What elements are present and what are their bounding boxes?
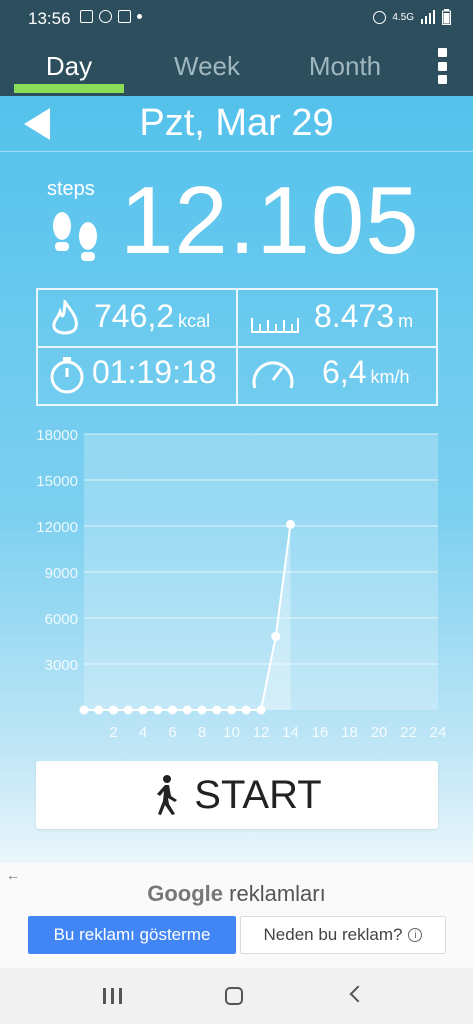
data-point: [271, 631, 281, 641]
timer-icon: [99, 10, 112, 23]
message-icon: [80, 10, 93, 23]
x-tick-label: 22: [400, 724, 417, 741]
y-tick-label: 15000: [36, 473, 78, 490]
data-point: [94, 705, 104, 715]
calories-unit: kcal: [178, 311, 211, 331]
data-point: [168, 705, 177, 715]
y-tick-label: 18000: [36, 427, 78, 444]
steps-chart: 3000 6000 9000 12000 15000 18000 2 4 6 8 10 12 14 16 1…: [0, 426, 473, 746]
steps-chart-svg: 3000600090001200015000180002 4 6 8 10 12 14 16 1…: [36, 427, 447, 741]
x-tick-label: 24: [430, 724, 447, 741]
back-icon[interactable]: [349, 985, 367, 1003]
home-icon[interactable]: [225, 987, 243, 1005]
hide-ad-button[interactable]: Bu reklamı gösterme: [28, 916, 236, 954]
tab-bar: Day Week Month: [0, 36, 473, 96]
main-panel: Pzt, Mar 29 steps 12.105 746,2 kcal 8.47…: [0, 96, 473, 863]
system-icons: 4.5G: [373, 9, 451, 25]
data-point: [182, 705, 192, 715]
more-notifications-icon: [137, 14, 142, 19]
steps-label: steps: [47, 178, 95, 200]
ad-brand: Google: [147, 881, 224, 906]
notification-icons: [80, 10, 142, 23]
data-point: [227, 705, 236, 715]
calories-value: 746,2: [94, 298, 175, 334]
ruler-icon: [251, 318, 299, 333]
flame-icon: [52, 300, 78, 335]
x-tick-label: 18: [341, 724, 358, 741]
start-button[interactable]: START: [36, 761, 438, 829]
data-point: [286, 519, 295, 529]
x-tick-label: 12: [253, 724, 270, 741]
data-point: [256, 705, 266, 715]
duration-stat: 01:19:18: [92, 354, 217, 391]
y-tick-label: 9000: [45, 565, 78, 582]
data-point: [123, 705, 133, 715]
data-point: [138, 705, 148, 715]
x-tick-label: 10: [223, 724, 240, 741]
why-this-ad-button[interactable]: Neden bu reklam? i: [240, 916, 446, 954]
date-header: Pzt, Mar 29: [0, 96, 473, 152]
signal-icon: [421, 10, 435, 24]
battery-icon: [442, 9, 451, 25]
ad-title-text: reklamları: [229, 881, 326, 906]
ad-banner: ← Google reklamları Bu reklamı gösterme …: [0, 863, 473, 968]
calories-stat: 746,2 kcal: [94, 298, 210, 335]
speed-value: 6,4: [322, 354, 367, 390]
speedometer-icon: [252, 361, 294, 389]
walking-person-icon: [157, 775, 178, 815]
speed-stat: 6,4 km/h: [322, 354, 410, 391]
footprints-icon: [53, 212, 97, 261]
stats-grid: 746,2 kcal 8.473 m 01:19:18 6,4 km/h: [36, 288, 438, 406]
data-point: [197, 705, 207, 715]
data-point: [79, 705, 89, 715]
image-icon: [118, 10, 131, 23]
ad-title: Google reklamları: [0, 881, 473, 907]
y-tick-label: 6000: [45, 611, 78, 628]
data-point: [241, 705, 251, 715]
date-title: Pzt, Mar 29: [139, 102, 334, 144]
tab-month[interactable]: Month: [290, 36, 400, 96]
distance-unit: m: [398, 311, 414, 331]
x-tick-label: 4: [139, 724, 147, 741]
recents-icon[interactable]: [103, 988, 122, 1004]
x-tick-label: 2: [109, 724, 117, 741]
distance-stat: 8.473 m: [314, 298, 413, 335]
x-tick-label: 8: [198, 724, 206, 741]
steps-count: 12.105: [120, 167, 420, 274]
start-label: START: [194, 772, 322, 817]
y-tick-label: 12000: [36, 519, 78, 536]
steps-summary: steps 12.105: [0, 166, 473, 276]
x-tick-label: 6: [168, 724, 176, 741]
y-tick-label: 3000: [45, 657, 78, 674]
status-bar: 13:56 4.5G: [0, 0, 473, 36]
tab-week[interactable]: Week: [152, 36, 262, 96]
alarm-icon: [373, 10, 387, 24]
active-tab-indicator: [14, 84, 124, 93]
stopwatch-icon: [50, 357, 84, 394]
speed-unit: km/h: [370, 367, 410, 387]
network-type-label: 4.5G: [392, 11, 414, 23]
data-point: [153, 705, 163, 715]
x-tick-label: 16: [312, 724, 329, 741]
system-nav-bar: [0, 968, 473, 1024]
x-tick-label: 14: [282, 724, 299, 741]
why-this-ad-label: Neden bu reklam?: [263, 925, 403, 944]
data-point: [109, 705, 118, 715]
x-tick-label: 20: [371, 724, 388, 741]
distance-value: 8.473: [314, 298, 395, 334]
info-icon: i: [408, 928, 423, 942]
status-time: 13:56: [28, 9, 71, 28]
data-point: [212, 705, 222, 715]
duration-value: 01:19:18: [92, 354, 217, 390]
overflow-menu-icon[interactable]: [435, 48, 449, 84]
